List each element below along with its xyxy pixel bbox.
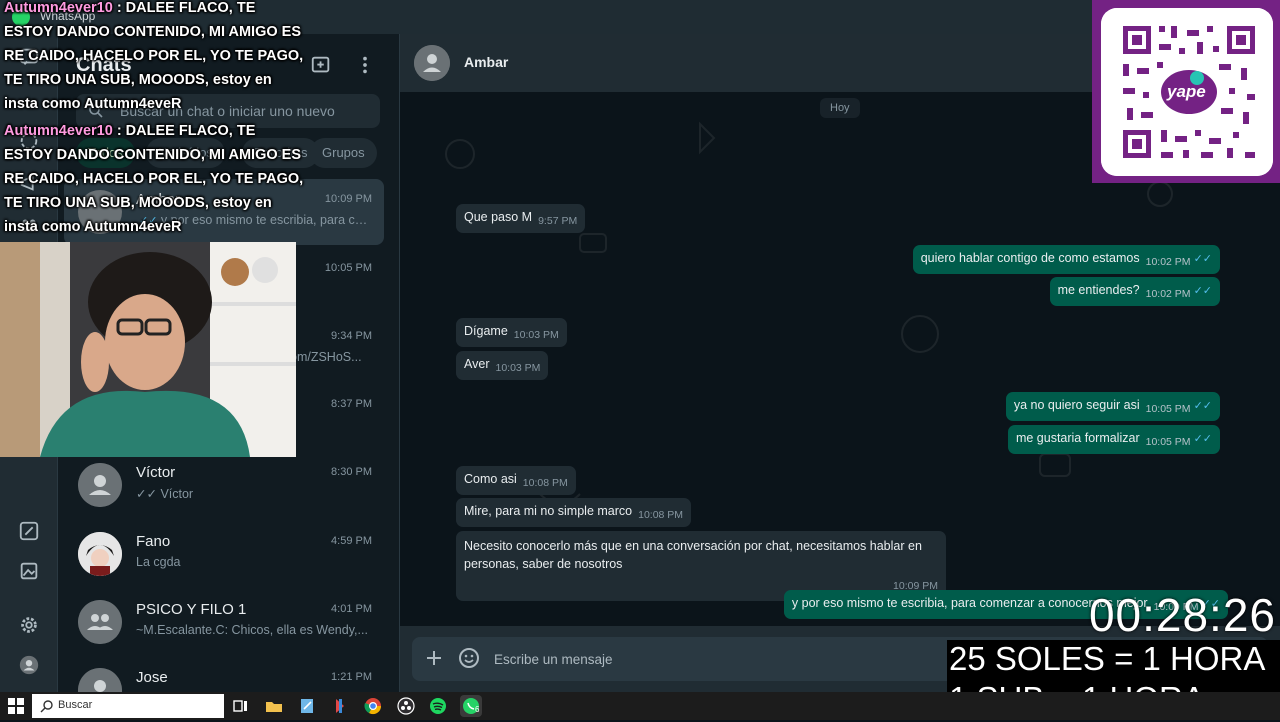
notepad-icon bbox=[301, 699, 313, 713]
new-chat-icon bbox=[311, 56, 330, 73]
qr-code-panel: yape bbox=[1101, 8, 1273, 176]
alert-message: : DALEE FLACO, TE ESTOY DANDO CONTENIDO,… bbox=[4, 0, 304, 112]
message-input[interactable] bbox=[492, 639, 932, 679]
chat-row-jose[interactable]: Jose 1:21 PM bbox=[64, 657, 384, 692]
notepad-button[interactable] bbox=[296, 695, 318, 717]
plus-icon bbox=[427, 651, 441, 665]
fano-avatar-icon bbox=[78, 532, 122, 576]
message-bubble-incoming: Dígame 10:03 PM bbox=[456, 318, 567, 347]
attach-button[interactable] bbox=[424, 648, 444, 668]
menu-button[interactable] bbox=[354, 54, 376, 76]
spotify-button[interactable] bbox=[427, 695, 449, 717]
contact-avatar[interactable] bbox=[414, 45, 450, 81]
media-gallery-icon[interactable] bbox=[18, 560, 40, 582]
chat-time: 9:34 PM bbox=[331, 330, 372, 342]
chrome-button[interactable] bbox=[362, 695, 384, 717]
default-person-icon bbox=[78, 463, 122, 507]
alert-username: Autumn4ever10 bbox=[4, 123, 113, 139]
message-bubble-incoming: Aver 10:03 PM bbox=[456, 351, 549, 380]
avatar bbox=[78, 668, 122, 692]
avatar bbox=[78, 463, 122, 507]
chat-time: 10:05 PM bbox=[324, 262, 372, 274]
message-bubble-incoming: Mire, para mi no simple marco 10:08 PM bbox=[456, 498, 692, 527]
file-explorer-button[interactable] bbox=[263, 695, 285, 717]
message-bubble-outgoing: me gustaria formalizar 10:05 PM ✓✓ bbox=[1007, 425, 1220, 454]
chat-time: 1:21 PM bbox=[331, 671, 372, 683]
date-chip: Hoy bbox=[820, 98, 860, 118]
yape-logo-text: yape bbox=[1167, 82, 1206, 101]
search-icon bbox=[40, 700, 53, 713]
chat-name: Jose bbox=[136, 669, 168, 686]
alert-message: : DALEE FLACO, TE ESTOY DANDO CONTENIDO,… bbox=[4, 123, 304, 235]
chat-row-victor[interactable]: Víctor 8:30 PM ✓✓ Víctor bbox=[64, 452, 384, 518]
default-person-icon bbox=[414, 45, 450, 81]
task-view-icon bbox=[233, 700, 247, 712]
message-bubble-incoming: Como asi 10:08 PM bbox=[456, 466, 576, 495]
read-ticks-icon: ✓✓ bbox=[1193, 433, 1212, 445]
message-bubble-incoming: Que paso M 9:57 PM bbox=[456, 204, 586, 233]
sticker-smiley-icon bbox=[459, 648, 479, 668]
spotify-icon bbox=[430, 698, 446, 714]
contact-name[interactable]: Ambar bbox=[464, 54, 508, 70]
chat-time: 4:01 PM bbox=[331, 603, 372, 615]
chat-preview: La cgda bbox=[136, 555, 181, 569]
stream-chat-alert: Autumn4ever10 : DALEE FLACO, TE ESTOY DA… bbox=[4, 119, 308, 239]
webcam-overlay bbox=[0, 242, 296, 457]
sent-ticks-icon: ✓✓ bbox=[136, 487, 157, 501]
read-ticks-icon: ✓✓ bbox=[1193, 253, 1212, 265]
rate-soles: 25 SOLES = 1 HORA bbox=[949, 640, 1266, 677]
new-chat-button[interactable] bbox=[310, 54, 332, 76]
chat-preview: om/ZSHoS... bbox=[290, 350, 362, 364]
profile-avatar-icon[interactable] bbox=[18, 654, 40, 676]
message-bubble-outgoing: quiero hablar contigo de como estamos 10:… bbox=[912, 245, 1220, 274]
sticker-button[interactable] bbox=[458, 647, 480, 669]
chat-row-fano[interactable]: Fano 4:59 PM La cgda bbox=[64, 521, 384, 587]
chat-name: PSICO Y FILO 1 bbox=[136, 601, 247, 618]
group-icon bbox=[78, 600, 122, 644]
starred-messages-icon[interactable] bbox=[18, 520, 40, 542]
stream-timer: 00:28:26 bbox=[1088, 589, 1276, 641]
unread-badge: 6 bbox=[475, 705, 480, 714]
avatar bbox=[78, 532, 122, 576]
read-ticks-icon: ✓✓ bbox=[1193, 285, 1212, 297]
filter-chip-groups[interactable]: Grupos bbox=[310, 138, 377, 168]
chat-time: 4:59 PM bbox=[331, 535, 372, 547]
chat-time: 8:37 PM bbox=[331, 398, 372, 410]
default-person-icon bbox=[78, 668, 122, 692]
yape-qr-overlay: yape bbox=[1092, 0, 1280, 183]
avatar bbox=[78, 600, 122, 644]
chat-preview: ✓✓ Víctor bbox=[136, 487, 194, 501]
chat-preview: ~M.Escalante.C: Chicos, ella es Wendy,..… bbox=[136, 623, 368, 637]
message-bubble-outgoing: ya no quiero seguir asi 10:05 PM ✓✓ bbox=[1005, 392, 1220, 421]
chat-name: Víctor bbox=[136, 464, 176, 481]
windows-logo-icon bbox=[8, 698, 24, 714]
chat-name: Fano bbox=[136, 533, 171, 550]
obs-icon bbox=[397, 697, 415, 715]
start-button[interactable] bbox=[8, 698, 24, 714]
folder-icon bbox=[266, 702, 282, 712]
message-bubble-outgoing: me entiendes? 10:02 PM ✓✓ bbox=[1049, 277, 1220, 306]
red-app-icon bbox=[336, 699, 344, 713]
whatsapp-taskbar-button[interactable]: 6 bbox=[460, 695, 482, 717]
taskbar-search-label: Buscar bbox=[58, 699, 93, 711]
read-ticks-icon: ✓✓ bbox=[1193, 400, 1212, 412]
taskbar: Buscar 6 bbox=[0, 692, 1280, 720]
obs-button[interactable] bbox=[395, 695, 417, 717]
chrome-icon bbox=[364, 698, 382, 715]
kebab-menu-icon bbox=[363, 56, 367, 74]
stream-chat-alert: Autumn4ever10 : DALEE FLACO, TE ESTOY DA… bbox=[4, 0, 308, 116]
alert-username: Autumn4ever10 bbox=[4, 0, 113, 16]
chat-row-psico-y-filo[interactable]: PSICO Y FILO 1 4:01 PM ~M.Escalante.C: C… bbox=[64, 589, 384, 655]
task-view-button[interactable] bbox=[229, 695, 251, 717]
app-button[interactable] bbox=[329, 695, 351, 717]
taskbar-search[interactable]: Buscar bbox=[32, 694, 224, 718]
settings-gear-icon[interactable] bbox=[18, 614, 40, 636]
chat-time: 8:30 PM bbox=[331, 466, 372, 478]
webcam-person-image bbox=[0, 242, 296, 457]
chat-time: 10:09 PM bbox=[324, 193, 372, 205]
